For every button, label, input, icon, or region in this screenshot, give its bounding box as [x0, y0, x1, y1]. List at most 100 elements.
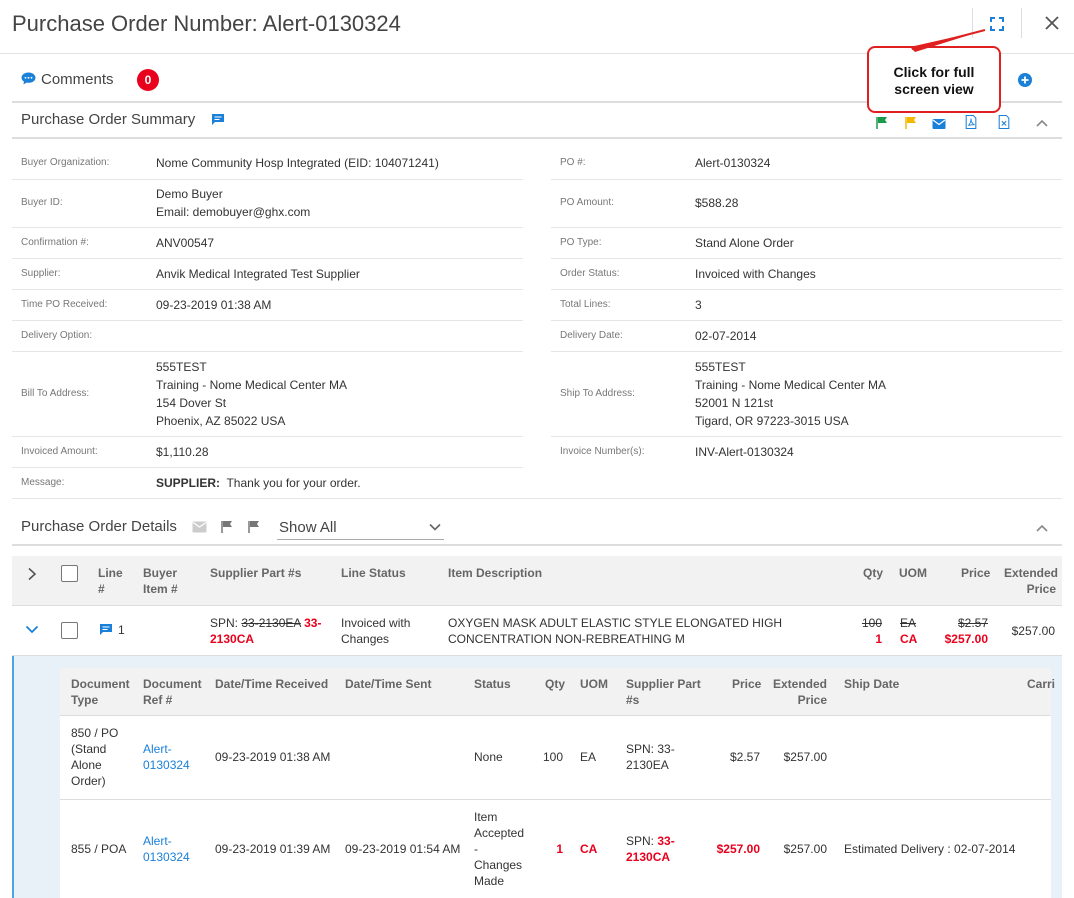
chevron-down-icon[interactable]: [25, 625, 39, 634]
spn-prefix: SPN:: [210, 616, 239, 630]
col-uom: UOM: [899, 566, 927, 580]
price-old: $2.57: [957, 616, 988, 630]
collapse-details-icon[interactable]: [1035, 521, 1049, 535]
table-row: 1 SPN: 33-2130EA 33- 2130CA Invoiced wit…: [12, 606, 1062, 656]
line-status: Invoiced with Changes: [341, 616, 411, 646]
chevron-down-icon: [429, 523, 441, 531]
total-lines-value: 3: [695, 298, 702, 312]
summary-row: Message: SUPPLIER: Thank you for your or…: [12, 468, 1062, 499]
col-doc-ref: Document Ref #: [143, 677, 202, 707]
bill-to-label: Bill To Address:: [21, 388, 90, 399]
doc-status: Item Accepted - Changes Made: [474, 810, 525, 888]
table-row: 850 / PO (Stand Alone Order) Alert- 0130…: [60, 716, 1051, 800]
doc-received: 09-23-2019 01:39 AM: [215, 842, 331, 856]
doc-extended: $257.00: [783, 842, 827, 856]
header-divider: [1021, 8, 1022, 38]
delivery-option-label: Delivery Option:: [21, 330, 93, 341]
email-icon[interactable]: [932, 117, 946, 131]
delivery-date-label: Delivery Date:: [560, 330, 623, 341]
comments-label[interactable]: Comments: [41, 71, 114, 88]
po-type-label: PO Type:: [560, 237, 602, 248]
yellow-flag-icon[interactable]: [904, 116, 918, 130]
doc-price: $257.00: [716, 842, 760, 856]
doc-uom: CA: [580, 842, 598, 856]
price-new: $257.00: [944, 632, 988, 646]
details-table-header: Line # Buyer Item # Supplier Part #s Lin…: [12, 556, 1062, 606]
comment-bubble-icon: [21, 72, 36, 85]
summary-row: Order Status: Invoiced with Changes: [551, 259, 1062, 290]
summary-row: Time PO Received: 09-23-2019 01:38 AM: [12, 290, 523, 321]
details-title: Purchase Order Details: [21, 518, 177, 535]
expand-all-icon[interactable]: [27, 567, 37, 581]
col-sub-uom: UOM: [580, 677, 608, 691]
col-line: Line #: [98, 566, 123, 596]
add-comment-icon[interactable]: [1018, 73, 1032, 87]
po-amount-label: PO Amount:: [560, 197, 614, 208]
summary-row: Supplier: Anvik Medical Integrated Test …: [12, 259, 523, 290]
spn-prefix: SPN:: [626, 834, 655, 848]
col-carrier: Carri: [1027, 677, 1056, 691]
buyer-org-label: Buyer Organization:: [21, 157, 110, 168]
message-label: Message:: [21, 477, 65, 488]
invoiced-amount-label: Invoiced Amount:: [21, 446, 98, 457]
delivery-date-value: 02-07-2014: [695, 329, 757, 343]
collapse-summary-icon[interactable]: [1035, 116, 1049, 130]
divider: [12, 137, 1062, 139]
doc-ref-link[interactable]: Alert- 0130324: [143, 833, 190, 865]
close-icon[interactable]: [1043, 14, 1061, 32]
comments-count-badge: 0: [137, 69, 159, 91]
uom-old: EA: [900, 616, 917, 630]
ship-to-value: 555TEST Training - Nome Medical Center M…: [695, 360, 886, 428]
summary-row: Invoice Number(s): INV-Alert-0130324: [551, 437, 1062, 468]
doc-uom: EA: [580, 750, 597, 764]
green-flag-icon[interactable]: [875, 116, 889, 130]
line-comment-icon[interactable]: [99, 623, 113, 636]
fullscreen-icon[interactable]: [990, 17, 1004, 31]
col-price: Price: [961, 566, 991, 580]
summary-row: Delivery Date: 02-07-2014: [551, 321, 1062, 352]
ship-to-label: Ship To Address:: [560, 388, 635, 399]
summary-row: Confirmation #: ANV00547: [12, 228, 523, 259]
col-extended-price: Extended Price: [1004, 566, 1059, 596]
doc-price: $2.57: [729, 750, 760, 764]
invoice-number-value: INV-Alert-0130324: [695, 445, 794, 459]
document-history-table: Document Type Document Ref # Date/Time R…: [60, 668, 1055, 898]
doc-received: 09-23-2019 01:38 AM: [215, 750, 331, 764]
bill-to-value: 555TEST Training - Nome Medical Center M…: [156, 360, 347, 428]
line-supplier-part: SPN: 33-2130EA 33- 2130CA: [210, 615, 330, 647]
show-filter-value: Show All: [279, 519, 337, 536]
buyer-org-value: Nome Community Hosp Integrated (EID: 104…: [156, 156, 439, 170]
doc-ref-link[interactable]: Alert- 0130324: [143, 741, 190, 773]
po-amount-value: $588.28: [695, 196, 739, 210]
details-flag-icon[interactable]: [220, 520, 234, 534]
details-email-icon[interactable]: [192, 521, 207, 533]
table-row: 855 / POA Alert- 0130324 09-23-2019 01:3…: [60, 800, 1051, 898]
summary-row: Total Lines: 3: [551, 290, 1062, 321]
buyer-id-label: Buyer ID:: [21, 197, 63, 208]
show-filter-select[interactable]: Show All: [277, 516, 444, 540]
po-number-value: Alert-0130324: [695, 156, 771, 170]
summary-row: Buyer Organization: Nome Community Hosp …: [12, 148, 523, 180]
message-prefix: SUPPLIER:: [156, 476, 221, 490]
qty-new: 1: [875, 632, 882, 646]
pdf-icon[interactable]: [964, 115, 978, 129]
line-checkbox[interactable]: [61, 622, 78, 639]
uom-new: CA: [900, 632, 918, 646]
select-all-checkbox[interactable]: [61, 565, 78, 582]
line-number: 1: [118, 623, 125, 637]
time-received-value: 09-23-2019 01:38 AM: [156, 298, 272, 312]
fullscreen-callout: Click for full screen view: [867, 46, 1001, 113]
summary-row: Buyer ID: Demo Buyer Email: demobuyer@gh…: [12, 180, 523, 228]
details-flag-icon[interactable]: [247, 520, 261, 534]
col-received: Date/Time Received: [215, 677, 329, 691]
excel-icon[interactable]: [997, 115, 1011, 129]
divider: [12, 544, 1062, 546]
time-received-label: Time PO Received:: [21, 299, 108, 310]
doc-supplier-part: SPN: 33- 2130CA: [626, 833, 706, 865]
col-item-description: Item Description: [448, 566, 543, 580]
summary-comment-icon[interactable]: [211, 113, 225, 126]
message-value: SUPPLIER: Thank you for your order.: [156, 474, 361, 492]
summary-row: Invoiced Amount: $1,110.28: [12, 437, 523, 468]
buyer-id-value: Demo Buyer Email: demobuyer@ghx.com: [156, 187, 311, 219]
po-type-value: Stand Alone Order: [695, 236, 794, 250]
